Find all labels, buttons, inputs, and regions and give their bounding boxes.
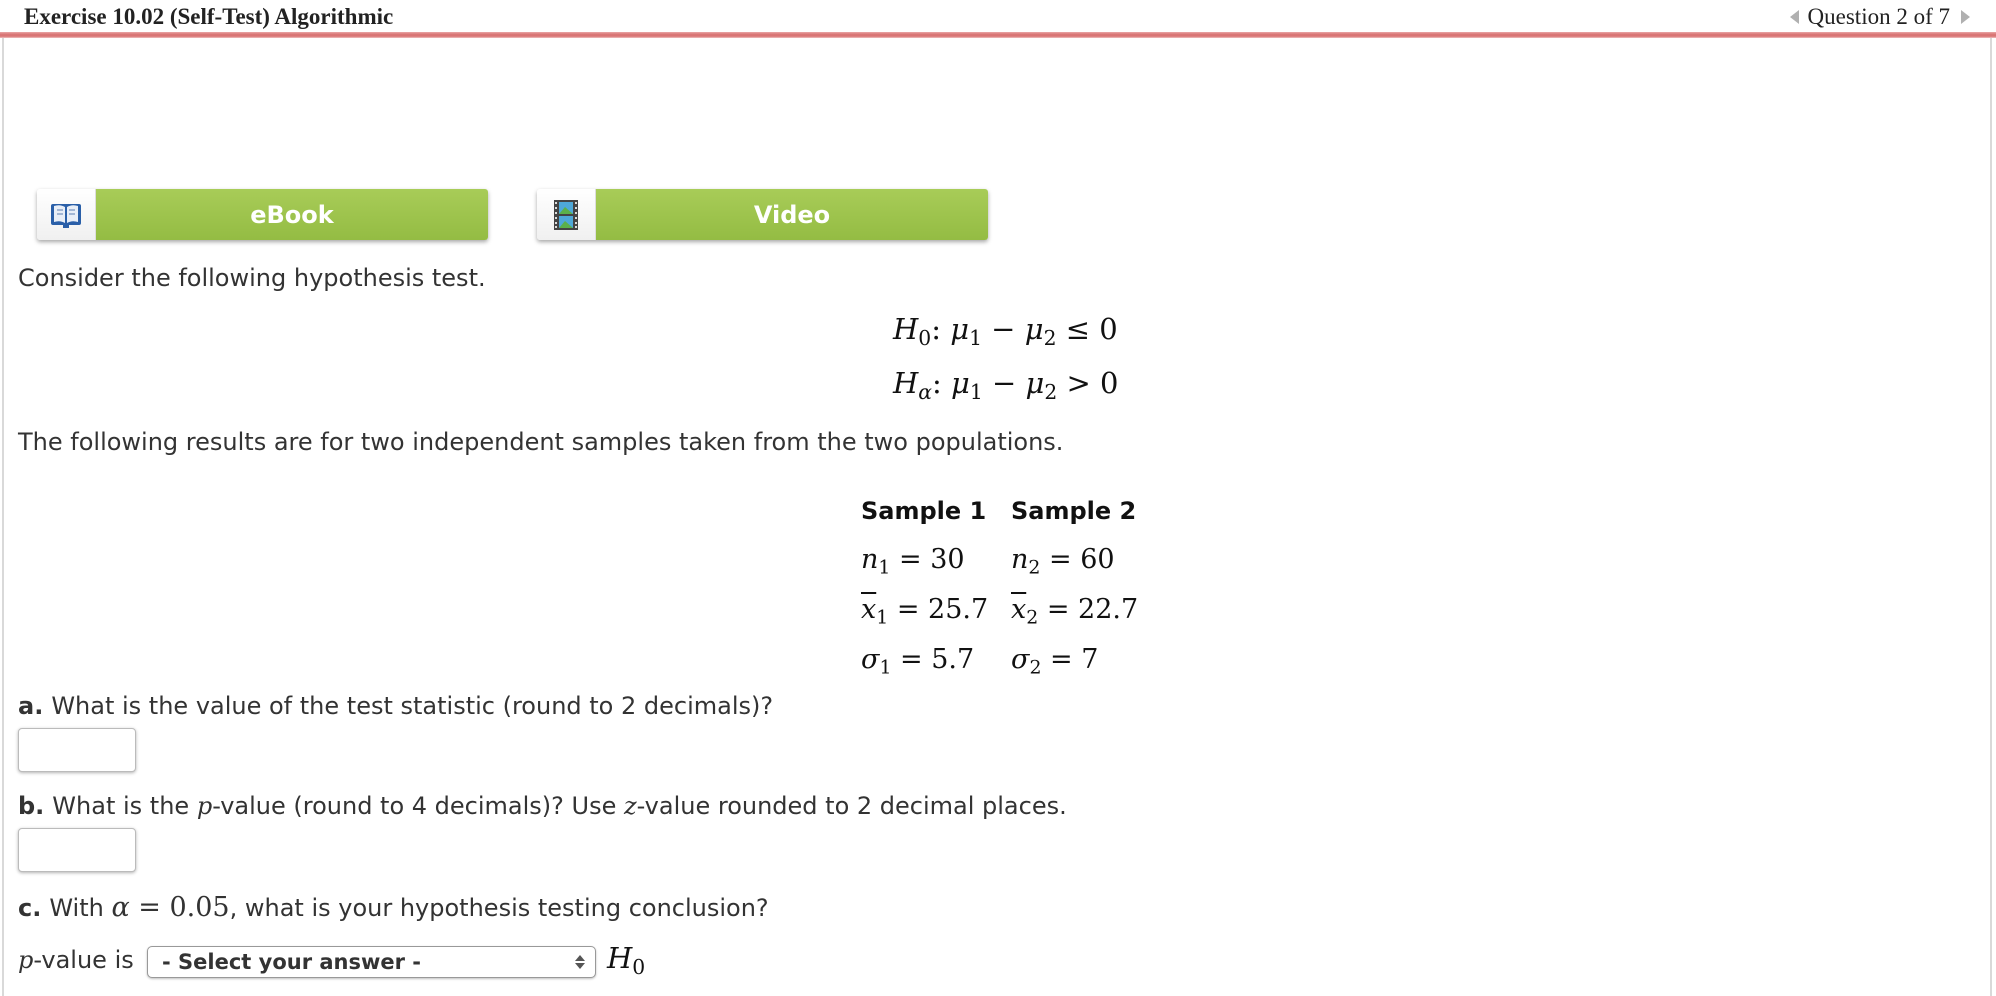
table-row: x1 = 25.7 x2 = 22.7 bbox=[861, 586, 1138, 636]
ebook-button[interactable]: eBook bbox=[37, 189, 488, 240]
z-symbol: z bbox=[624, 792, 637, 820]
question-counter: Question 2 of 7 bbox=[1807, 4, 1950, 29]
question-b-text: What is the bbox=[52, 792, 197, 820]
table-cell: n1 = 30 bbox=[861, 543, 965, 579]
samples-table: Sample 1 Sample 2 n1 = 30 n2 = 60 x1 = 2… bbox=[861, 486, 1138, 686]
question-c-label: c. bbox=[18, 894, 42, 922]
question-c-text: , what is your hypothesis testing conclu… bbox=[229, 894, 769, 922]
mu-subscript: 1 bbox=[969, 326, 982, 351]
mu-subscript: 2 bbox=[1043, 326, 1057, 351]
exercise-title: Exercise 10.02 (Self-Test) Algorithmic bbox=[24, 4, 394, 29]
test-statistic-input[interactable] bbox=[18, 728, 136, 772]
mu-symbol: μ bbox=[1024, 312, 1044, 346]
table-cell: x2 = 22.7 bbox=[1011, 593, 1139, 629]
alternative-hypothesis: Hα: μ1 − μ2 > 0 bbox=[893, 366, 1119, 405]
exercise-header: Exercise 10.02 (Self-Test) Algorithmic Q… bbox=[0, 0, 1996, 34]
table-header: Sample 2 bbox=[1011, 497, 1137, 525]
p-symbol: p bbox=[18, 946, 34, 974]
previous-question-icon[interactable] bbox=[1789, 10, 1799, 24]
table-cell: σ2 = 7 bbox=[1011, 643, 1099, 679]
conclusion-prefix-text: -value is bbox=[33, 946, 134, 974]
question-b-text: -value (round to 4 decimals)? Use bbox=[212, 792, 624, 820]
question-c-text: With bbox=[49, 894, 112, 922]
relation: > 0 bbox=[1057, 366, 1119, 400]
ebook-icon-box bbox=[37, 189, 96, 240]
mu-symbol: μ bbox=[951, 366, 970, 400]
conclusion-prefix: p-value is bbox=[18, 946, 134, 974]
mu-symbol: μ bbox=[1025, 366, 1045, 400]
video-button[interactable]: Video bbox=[537, 189, 988, 240]
question-b-text: -value rounded to 2 decimal places. bbox=[636, 792, 1067, 820]
h-subscript: 0 bbox=[918, 326, 932, 351]
table-row: n1 = 30 n2 = 60 bbox=[861, 536, 1138, 586]
table-header: Sample 1 bbox=[861, 497, 987, 525]
video-icon-box bbox=[537, 189, 596, 240]
minus-sign: − bbox=[981, 312, 1025, 346]
p-symbol: p bbox=[196, 792, 213, 820]
table-header-row: Sample 1 Sample 2 bbox=[861, 486, 1138, 536]
h-subscript: α bbox=[918, 380, 932, 405]
mu-subscript: 1 bbox=[969, 380, 983, 405]
ebook-label: eBook bbox=[96, 189, 488, 240]
question-b: b. What is the p-value (round to 4 decima… bbox=[18, 792, 1067, 820]
film-icon bbox=[554, 199, 578, 230]
intro-text: Consider the following hypothesis test. bbox=[18, 264, 486, 292]
conclusion-select-value: - Select your answer - bbox=[162, 950, 422, 974]
next-question-icon[interactable] bbox=[1961, 10, 1970, 24]
question-a: a. What is the value of the test statisti… bbox=[18, 692, 773, 720]
video-label: Video bbox=[596, 189, 988, 240]
question-a-label: a. bbox=[18, 692, 44, 720]
book-icon bbox=[51, 203, 81, 228]
h-symbol: H bbox=[893, 312, 919, 346]
table-cell: σ1 = 5.7 bbox=[861, 643, 975, 679]
select-arrows-icon bbox=[573, 955, 587, 969]
h0-suffix: H0 bbox=[607, 941, 645, 979]
alpha-symbol: α bbox=[111, 892, 130, 923]
minus-sign: − bbox=[982, 366, 1026, 400]
alpha-value: = 0.05 bbox=[129, 892, 230, 923]
mu-subscript: 2 bbox=[1044, 380, 1058, 405]
question-c: c. With α = 0.05, what is your hypothesis… bbox=[18, 892, 769, 923]
h-symbol: H bbox=[893, 366, 919, 400]
p-value-input[interactable] bbox=[18, 828, 136, 872]
mu-symbol: μ bbox=[950, 312, 970, 346]
question-a-text: What is the value of the test statistic … bbox=[51, 692, 774, 720]
table-cell: n2 = 60 bbox=[1011, 543, 1115, 579]
relation: ≤ 0 bbox=[1056, 312, 1118, 346]
h-subscript: 0 bbox=[632, 955, 646, 980]
table-cell: x1 = 25.7 bbox=[861, 593, 989, 629]
conclusion-select[interactable]: - Select your answer - bbox=[147, 946, 596, 978]
h-symbol: H bbox=[607, 941, 633, 975]
question-b-label: b. bbox=[18, 792, 45, 820]
table-row: σ1 = 5.7 σ2 = 7 bbox=[861, 636, 1138, 686]
null-hypothesis: H0: μ1 − μ2 ≤ 0 bbox=[893, 312, 1118, 351]
question-navigator: Question 2 of 7 bbox=[1789, 4, 1970, 30]
samples-intro-text: The following results are for two indepe… bbox=[18, 428, 1064, 456]
